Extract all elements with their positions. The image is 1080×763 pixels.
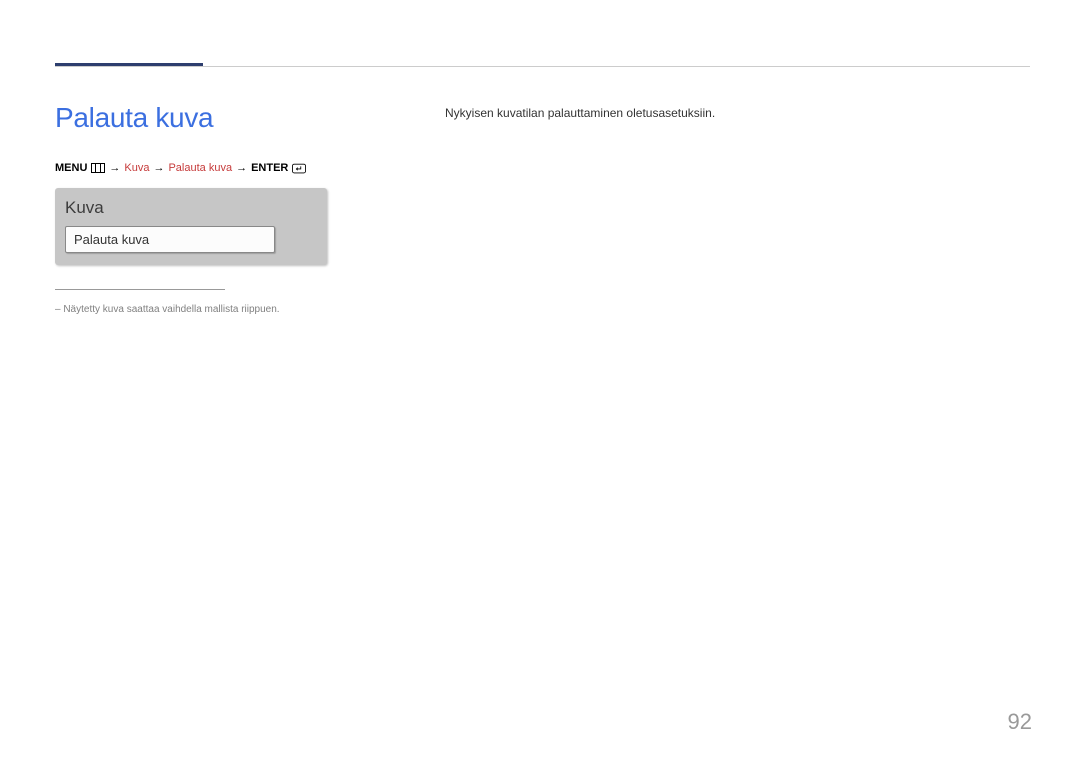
- breadcrumb: MENU → Kuva → Palauta kuva → ENTER: [55, 162, 445, 174]
- menu-panel-item[interactable]: Palauta kuva: [65, 226, 275, 253]
- menu-panel: Kuva Palauta kuva: [55, 188, 327, 265]
- breadcrumb-arrow-3: →: [236, 162, 247, 174]
- header-divider: [55, 66, 1030, 67]
- footnote-text: – Näytetty kuva saattaa vaihdella mallis…: [55, 304, 445, 315]
- right-column: Nykyisen kuvatilan palauttaminen oletusa…: [445, 102, 1030, 315]
- breadcrumb-arrow-1: →: [109, 162, 120, 174]
- left-column: Palauta kuva MENU → Kuva → Palauta kuva …: [55, 102, 445, 315]
- content-container: Palauta kuva MENU → Kuva → Palauta kuva …: [55, 102, 1030, 315]
- footnote-divider: [55, 289, 225, 290]
- menu-icon: [91, 163, 105, 174]
- section-title: Palauta kuva: [55, 102, 445, 134]
- breadcrumb-arrow-2: →: [153, 162, 164, 174]
- breadcrumb-menu-label: MENU: [55, 162, 87, 174]
- description-text: Nykyisen kuvatilan palauttaminen oletusa…: [445, 106, 1030, 120]
- page-number: 92: [1008, 709, 1032, 735]
- breadcrumb-enter-label: ENTER: [251, 162, 288, 174]
- breadcrumb-part-1: Kuva: [124, 162, 149, 174]
- menu-panel-title: Kuva: [65, 198, 317, 218]
- breadcrumb-part-2: Palauta kuva: [168, 162, 232, 174]
- enter-icon: [292, 163, 306, 174]
